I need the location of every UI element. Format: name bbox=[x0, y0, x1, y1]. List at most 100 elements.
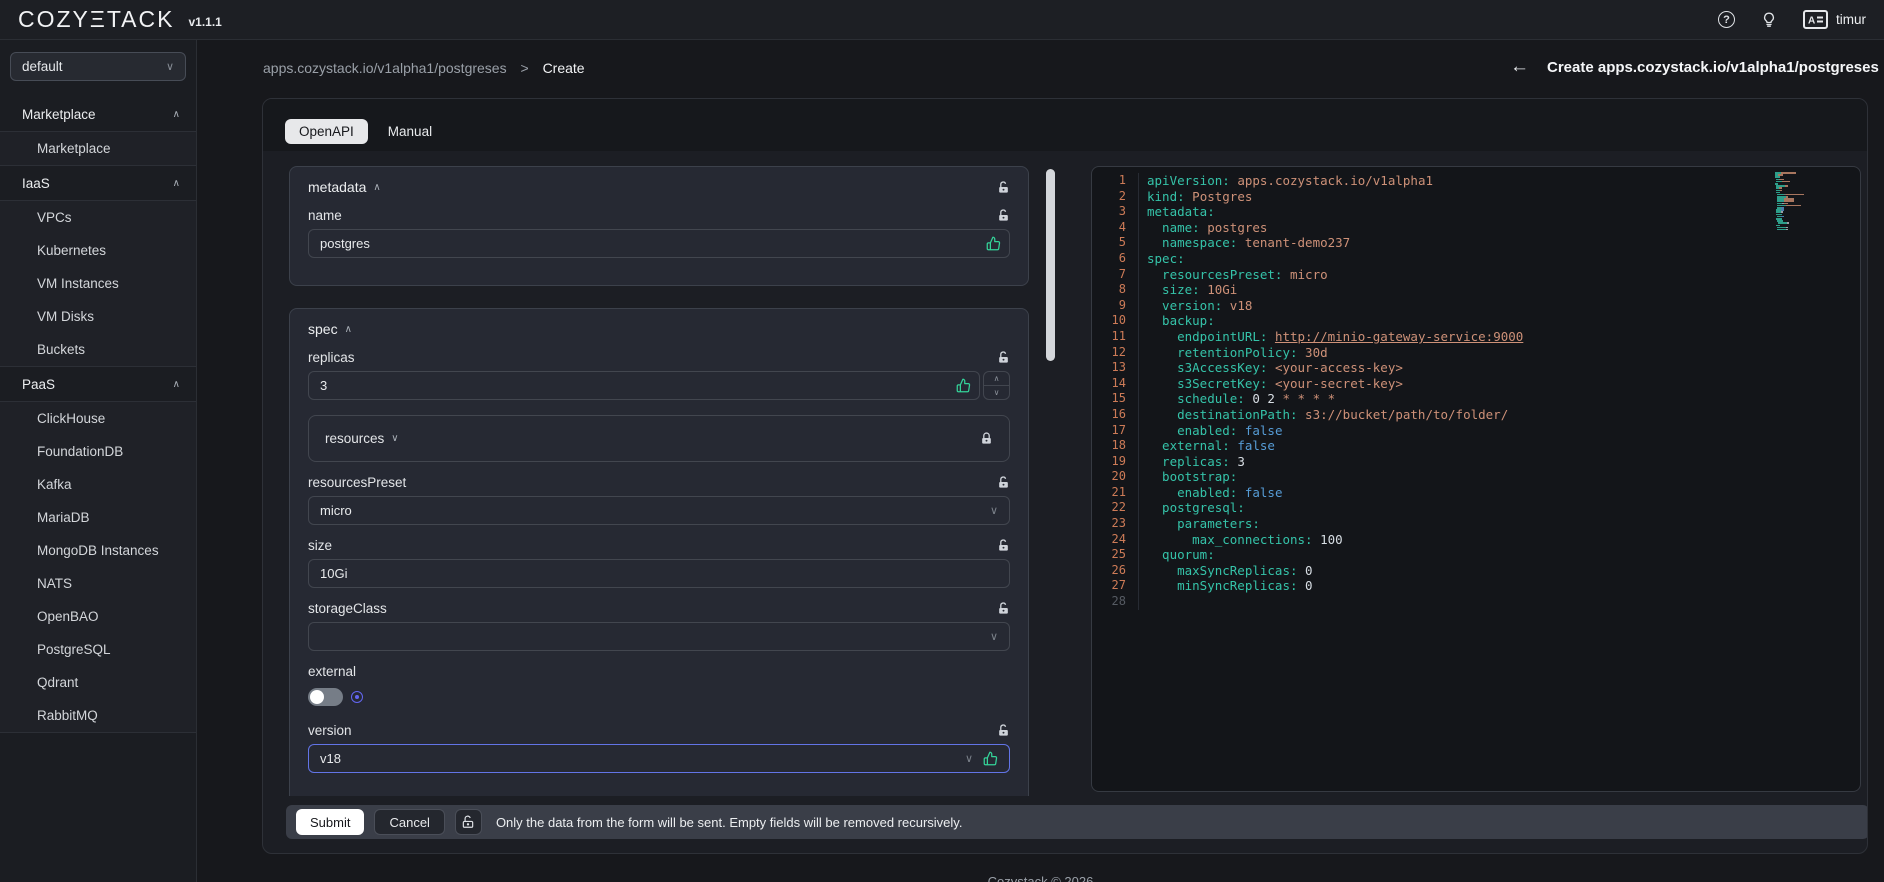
stepper-up-button[interactable]: ∧ bbox=[984, 372, 1009, 386]
storageClass-select[interactable]: ∨ bbox=[308, 622, 1010, 651]
metadata-section-title[interactable]: metadata bbox=[308, 179, 366, 195]
yaml-editor: 1 apiVersion: apps.cozystack.io/v1alpha1 2… bbox=[1091, 166, 1861, 792]
tab-manual[interactable]: Manual bbox=[374, 119, 446, 144]
code-text: external: false bbox=[1138, 438, 1275, 454]
chevron-up-icon: ∧ bbox=[172, 108, 180, 120]
chevron-up-icon: ∧ bbox=[344, 323, 352, 335]
sidebar-item-postgresql[interactable]: PostgreSQL bbox=[0, 633, 196, 666]
sidebar-item-rabbitmq[interactable]: RabbitMQ bbox=[0, 699, 196, 732]
line-number: 18 bbox=[1111, 438, 1126, 453]
code-text: namespace: tenant-demo237 bbox=[1138, 235, 1350, 251]
code-text: name: postgres bbox=[1138, 219, 1267, 236]
chevron-down-icon: ∨ bbox=[989, 505, 998, 517]
sidebar-item-clickhouse[interactable]: ClickHouse bbox=[0, 402, 196, 435]
code-text: postgresql: bbox=[1138, 500, 1245, 517]
sidebar-item-vpcs[interactable]: VPCs bbox=[0, 201, 196, 234]
submit-button[interactable]: Submit bbox=[296, 809, 365, 835]
replicas-stepper: ∧ ∨ bbox=[983, 371, 1010, 400]
size-input[interactable] bbox=[308, 559, 1010, 588]
reset-default-icon[interactable] bbox=[351, 691, 363, 703]
sidebar-item-buckets[interactable]: Buckets bbox=[0, 333, 196, 366]
resourcesPreset-select[interactable]: micro ∨ bbox=[308, 496, 1010, 525]
code-text: parameters: bbox=[1138, 516, 1260, 532]
unlock-icon[interactable] bbox=[997, 180, 1010, 194]
sidebar-item-foundationdb[interactable]: FoundationDB bbox=[0, 435, 196, 468]
code-line: 6 spec: bbox=[1092, 250, 1860, 267]
code-text: replicas: 3 bbox=[1138, 453, 1245, 470]
unlock-icon[interactable] bbox=[997, 209, 1010, 222]
thumbs-up-icon[interactable] bbox=[983, 751, 998, 766]
sidebar-item-openbao[interactable]: OpenBAO bbox=[0, 600, 196, 633]
code-text: spec: bbox=[1138, 250, 1185, 267]
code-line: 14 s3SecretKey: <your-secret-key> bbox=[1092, 375, 1860, 392]
version-value: v18 bbox=[320, 751, 341, 766]
sidebar-section-paas[interactable]: PaaS ∧ bbox=[0, 367, 196, 401]
code-line: 17 enabled: false bbox=[1092, 422, 1860, 439]
sidebar-section-body: VPCs Kubernetes VM Instances VM Disks Bucket… bbox=[0, 200, 196, 367]
back-arrow-icon[interactable]: ← bbox=[1510, 56, 1529, 78]
unlock-icon[interactable] bbox=[997, 539, 1010, 552]
form-note: Only the data from the form will be sent… bbox=[495, 814, 963, 830]
thumbs-up-icon[interactable] bbox=[956, 378, 971, 393]
code-line: 16 destinationPath: s3://bucket/path/to/… bbox=[1092, 406, 1860, 423]
line-number: 8 bbox=[1118, 282, 1126, 297]
sidebar-item-kafka[interactable]: Kafka bbox=[0, 468, 196, 501]
size-label: size bbox=[308, 538, 333, 553]
line-number: 27 bbox=[1111, 578, 1126, 593]
replicas-input[interactable] bbox=[308, 371, 980, 400]
sidebar-item-mongodb-instances[interactable]: MongoDB Instances bbox=[0, 534, 196, 567]
version-select[interactable]: v18 ∨ bbox=[308, 744, 1010, 773]
code-area[interactable]: 1 apiVersion: apps.cozystack.io/v1alpha1 2… bbox=[1092, 167, 1860, 791]
sidebar-section-iaas[interactable]: IaaS ∧ bbox=[0, 166, 196, 200]
unlock-icon[interactable] bbox=[997, 351, 1010, 364]
help-button[interactable]: ? bbox=[1718, 11, 1735, 28]
code-text: size: 10Gi bbox=[1138, 282, 1237, 298]
theme-toggle-button[interactable] bbox=[1761, 11, 1777, 28]
page-title: Create apps.cozystack.io/v1alpha1/postgr… bbox=[1547, 58, 1879, 76]
sidebar-item-vm-disks[interactable]: VM Disks bbox=[0, 300, 196, 333]
sidebar-item-mariadb[interactable]: MariaDB bbox=[0, 501, 196, 534]
sidebar-item-qdrant[interactable]: Qdrant bbox=[0, 666, 196, 699]
code-text: enabled: false bbox=[1138, 484, 1282, 501]
toggle-knob bbox=[310, 690, 324, 704]
name-input[interactable] bbox=[308, 229, 1010, 258]
thumbs-up-icon[interactable] bbox=[986, 236, 1001, 251]
code-line: 24 max_connections: 100 bbox=[1092, 531, 1860, 548]
form-tabs: OpenAPI Manual bbox=[263, 99, 1867, 151]
sidebar-item-kubernetes[interactable]: Kubernetes bbox=[0, 234, 196, 267]
code-text: enabled: false bbox=[1138, 422, 1282, 439]
external-toggle[interactable] bbox=[308, 688, 343, 706]
sidebar-item-nats[interactable]: NATS bbox=[0, 567, 196, 600]
code-line: 26 maxSyncReplicas: 0 bbox=[1092, 562, 1860, 579]
tab-openapi[interactable]: OpenAPI bbox=[285, 118, 368, 144]
stepper-down-button[interactable]: ∨ bbox=[984, 386, 1009, 399]
breadcrumb-path[interactable]: apps.cozystack.io/v1alpha1/postgreses bbox=[263, 60, 507, 76]
scrollbar-thumb[interactable] bbox=[1046, 169, 1055, 361]
app-logo: COZYΞTACK bbox=[18, 6, 175, 32]
unlock-icon[interactable] bbox=[997, 724, 1010, 737]
sidebar-item-marketplace[interactable]: Marketplace bbox=[0, 132, 196, 165]
line-number: 17 bbox=[1111, 422, 1126, 437]
line-number: 23 bbox=[1111, 516, 1126, 531]
sidebar-section-label: Marketplace bbox=[22, 106, 96, 122]
user-menu[interactable]: A timur bbox=[1803, 10, 1866, 29]
resourcesPreset-value: micro bbox=[320, 503, 352, 518]
line-number: 28 bbox=[1111, 594, 1126, 609]
lock-icon[interactable] bbox=[980, 432, 993, 445]
namespace-select[interactable]: default ∨ bbox=[10, 52, 186, 81]
code-line: 2 kind: Postgres bbox=[1092, 188, 1860, 205]
sidebar-item-vm-instances[interactable]: VM Instances bbox=[0, 267, 196, 300]
code-line: 11 endpointURL: http://minio-gateway-ser… bbox=[1092, 328, 1860, 345]
resources-label: resources bbox=[325, 431, 385, 446]
resources-group[interactable]: resources ∨ bbox=[308, 415, 1010, 462]
unlock-icon[interactable] bbox=[997, 476, 1010, 489]
breadcrumb-current: Create bbox=[542, 60, 585, 76]
spec-section-title[interactable]: spec bbox=[308, 321, 338, 337]
sidebar-section-marketplace[interactable]: Marketplace ∧ bbox=[0, 97, 196, 131]
cancel-button[interactable]: Cancel bbox=[374, 809, 445, 835]
endpoint-url-link[interactable]: http://minio-gateway-service:9000 bbox=[1275, 329, 1523, 344]
unlock-icon[interactable] bbox=[997, 602, 1010, 615]
code-line: 20 bootstrap: bbox=[1092, 469, 1860, 485]
lock-all-button[interactable] bbox=[454, 809, 482, 835]
editor-minimap[interactable] bbox=[1775, 172, 1847, 233]
